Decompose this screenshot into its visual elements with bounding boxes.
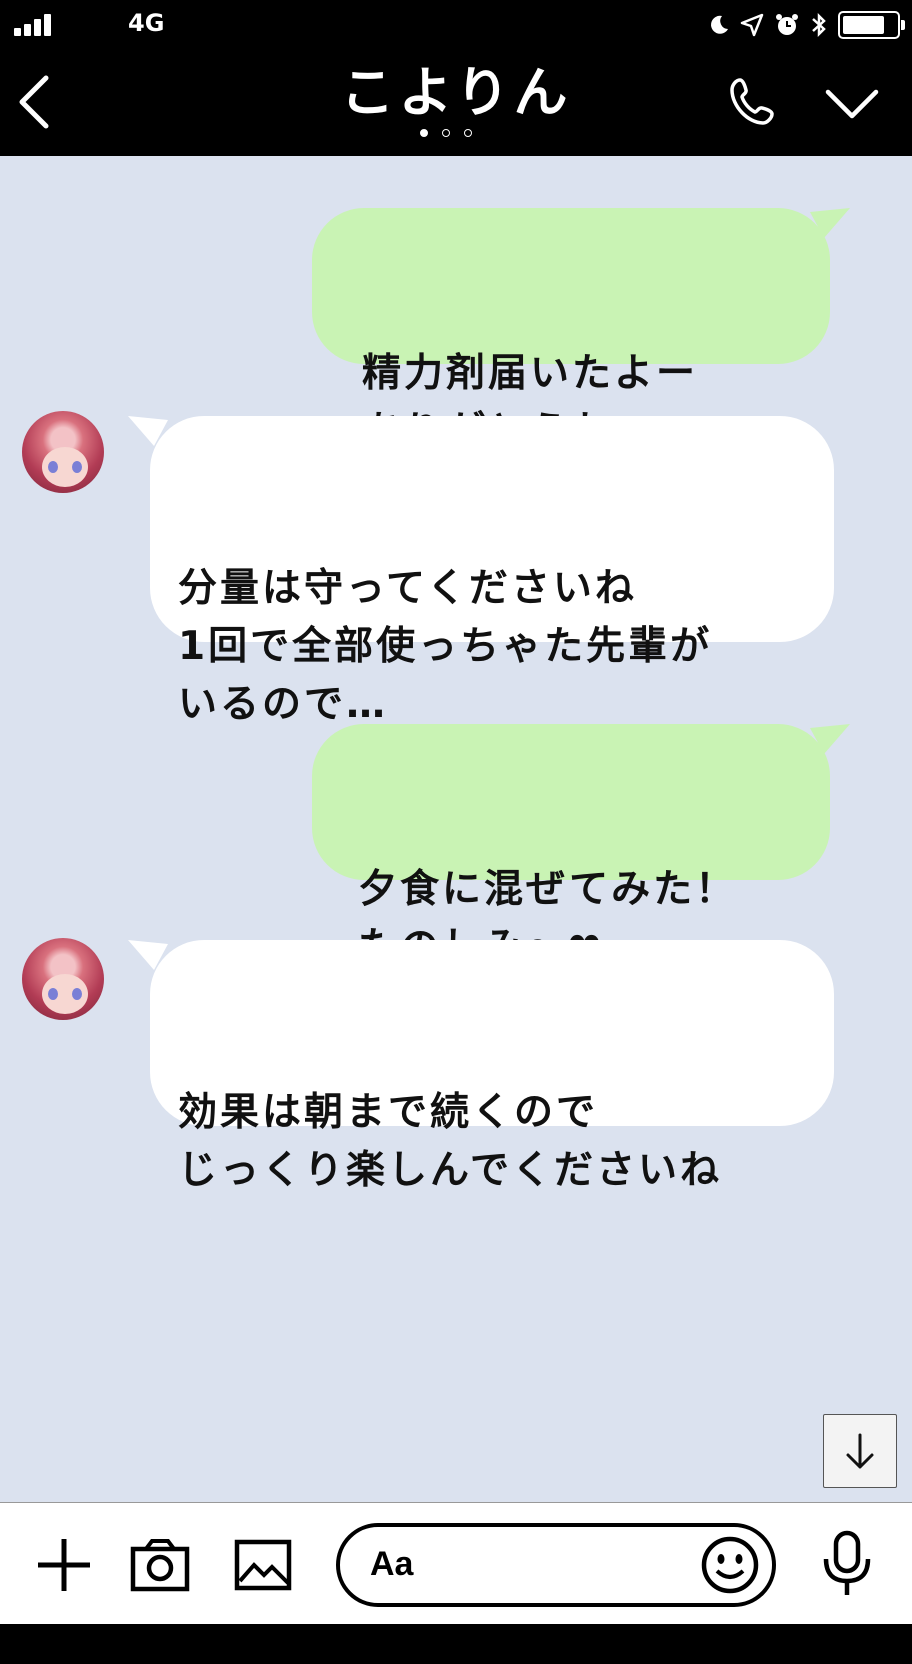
battery-icon [838, 11, 905, 39]
input-bar: Aa [0, 1502, 912, 1624]
page-dot [442, 129, 450, 137]
scroll-to-bottom-button[interactable] [823, 1414, 897, 1488]
contact-avatar[interactable] [22, 938, 104, 1020]
message-text: 効果は朝まで続くので じっくり楽しんでくださいね [178, 1090, 723, 1193]
bubble-tail [810, 208, 850, 238]
message-bubble-received: 効果は朝まで続くので じっくり楽しんでくださいね [128, 940, 834, 1193]
contact-avatar[interactable] [22, 411, 104, 493]
alarm-icon [776, 14, 798, 35]
top-bar: 4G こよりん [0, 0, 912, 156]
bubble-tail [810, 724, 850, 754]
status-icons [706, 8, 905, 42]
bubble-tail [128, 416, 168, 446]
status-bar: 4G [0, 0, 912, 50]
arrow-down-icon [846, 1433, 874, 1469]
moon-icon [711, 15, 728, 34]
page-indicator [420, 129, 472, 137]
battery-level [843, 16, 884, 34]
camera-icon[interactable] [130, 1537, 190, 1593]
message-bubble-received: 分量は守ってくださいね 1回で全部使っちゃた先輩が いるので… [128, 416, 834, 727]
microphone-icon[interactable] [818, 1529, 876, 1601]
location-arrow-icon [740, 13, 764, 37]
chat-area[interactable]: 精力剤届いたよー ありがとうね～ 分量は守ってくださいね 1回で全部使っちゃた先… [0, 156, 912, 1502]
plus-icon[interactable] [34, 1535, 94, 1595]
page-dot [464, 129, 472, 137]
message-text: 分量は守ってくださいね 1回で全部使っちゃた先輩が いるので… [178, 566, 713, 727]
bubble-tail [128, 940, 168, 970]
message-bubble-sent: 精力剤届いたよー ありがとうね～ [312, 208, 850, 454]
bluetooth-icon [812, 12, 826, 38]
message-input-placeholder: Aa [370, 1545, 414, 1583]
message-input[interactable]: Aa [336, 1523, 776, 1607]
home-indicator-area [0, 1624, 912, 1664]
smiley-icon[interactable] [700, 1535, 760, 1595]
signal-strength-icon [14, 14, 58, 36]
image-icon[interactable] [234, 1539, 292, 1591]
phone-icon[interactable] [728, 76, 778, 128]
message-bubble-sent: 夕食に混ぜてみた！ たのしみ～❤ [312, 724, 850, 970]
chevron-down-icon[interactable] [824, 86, 880, 122]
network-type: 4G [128, 9, 165, 37]
page-dot [420, 129, 428, 137]
